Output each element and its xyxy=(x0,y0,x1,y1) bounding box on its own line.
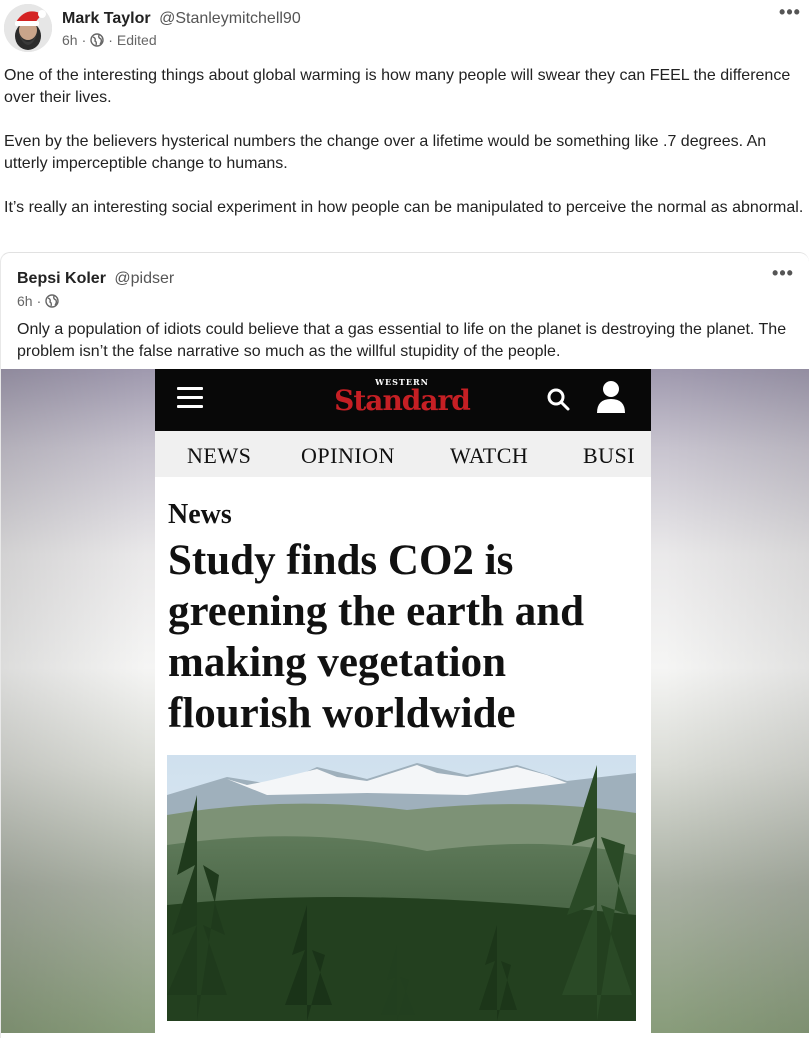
author-line: Mark Taylor @Stanleymitchell90 xyxy=(62,10,301,28)
post-header: Mark Taylor @Stanleymitchell90 6h · · Ed… xyxy=(4,3,804,56)
quoted-post-meta: 6h · xyxy=(17,293,59,309)
site-nav-item: NEWS xyxy=(187,443,252,468)
quoted-more-options-icon[interactable]: ••• xyxy=(771,264,795,287)
site-nav-item: BUSI xyxy=(583,443,636,468)
globe-icon xyxy=(45,294,59,308)
search-icon xyxy=(547,388,570,411)
article-headline: Study finds CO2 is greening the earth an… xyxy=(168,537,585,737)
meta-separator: · xyxy=(36,293,42,309)
quoted-author-name[interactable]: Bepsi Koler xyxy=(17,270,106,287)
logo-main-text: Standard xyxy=(334,384,471,417)
post-paragraph: Even by the believers hysterical numbers… xyxy=(4,133,767,172)
article-section-label: News xyxy=(168,499,232,530)
meta-separator: · xyxy=(81,32,87,48)
hamburger-menu-icon xyxy=(177,387,203,411)
author-avatar[interactable] xyxy=(4,4,52,52)
quoted-post-card[interactable]: Bepsi Koler @pidser 6h · ••• Only a popu… xyxy=(0,252,809,1038)
meta-separator: · xyxy=(108,32,113,48)
site-nav-bar: NEWS OPINION WATCH BUSI xyxy=(155,431,651,477)
article-screenshot: WESTERN Standard NEWS OPINION WATCH BUSI… xyxy=(155,369,651,1033)
site-nav-item: OPINION xyxy=(301,443,395,468)
post-time[interactable]: 6h xyxy=(62,32,78,48)
user-icon xyxy=(597,381,625,413)
edited-label[interactable]: Edited xyxy=(117,32,157,48)
quoted-author-handle[interactable]: @pidser xyxy=(114,270,174,287)
site-nav-item: WATCH xyxy=(450,443,529,468)
post-meta: 6h · · Edited xyxy=(62,32,157,48)
author-handle[interactable]: @Stanleymitchell90 xyxy=(159,10,301,27)
site-logo: WESTERN Standard xyxy=(325,375,479,425)
post-paragraph: It’s really an interesting social experi… xyxy=(4,199,804,216)
post-paragraph: One of the interesting things about glob… xyxy=(4,67,791,106)
globe-icon xyxy=(90,33,104,47)
quoted-post-text: Only a population of idiots could believ… xyxy=(17,321,787,360)
author-name[interactable]: Mark Taylor xyxy=(62,10,151,27)
forest-mountain-photo xyxy=(167,755,636,1021)
quoted-author-line: Bepsi Koler @pidser xyxy=(17,270,174,288)
quoted-post-time[interactable]: 6h xyxy=(17,293,33,309)
more-options-icon[interactable]: ••• xyxy=(778,3,802,26)
site-header-bar: WESTERN Standard xyxy=(155,369,651,431)
post-media-image[interactable]: WESTERN Standard NEWS OPINION WATCH BUSI… xyxy=(1,369,809,1033)
post-text: One of the interesting things about glob… xyxy=(4,65,804,241)
